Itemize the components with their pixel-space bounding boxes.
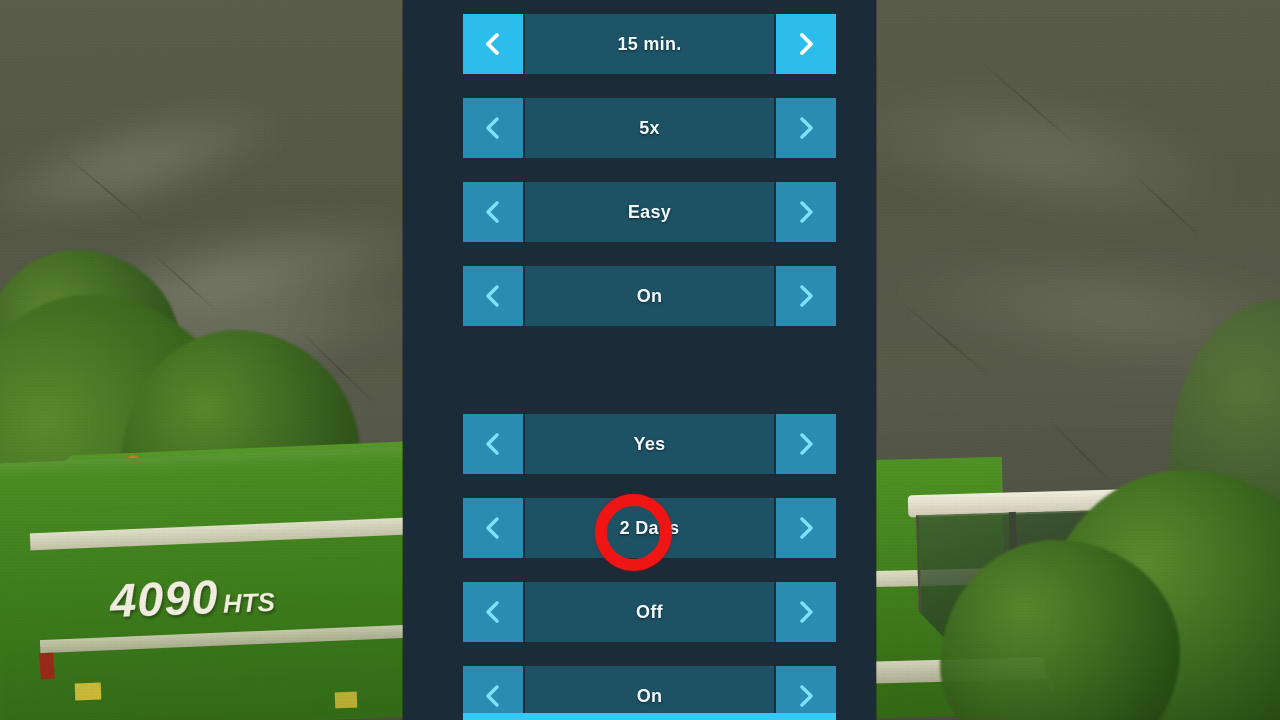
- bottom-accent-bar: [463, 713, 836, 720]
- next-button-autosave-interval[interactable]: [776, 14, 836, 74]
- harvester-model-text: 4090 HTS: [109, 567, 276, 628]
- chevron-right-icon: [796, 115, 816, 141]
- next-button-dirt-and-wear[interactable]: [776, 266, 836, 326]
- value-field-helper-purchases-fuel[interactable]: Yes: [525, 414, 774, 474]
- next-button-crop-destruction[interactable]: [776, 666, 836, 720]
- value-label-helper-purchases-fuel: Yes: [633, 433, 666, 454]
- chevron-left-icon: [483, 599, 503, 625]
- value-field-autosave-interval[interactable]: 15 min.: [525, 14, 774, 74]
- screenshot-root: R R 4090HTS 15 min.5xEasyOnYes2 DaysOffO…: [0, 0, 1280, 720]
- chevron-right-icon: [796, 283, 816, 309]
- value-label-growth-rate: 2 Days: [619, 517, 680, 538]
- chevron-left-icon: [483, 115, 503, 141]
- chevron-right-icon: [796, 431, 816, 457]
- chevron-right-icon: [796, 31, 816, 57]
- settings-panel: 15 min. 5x Easy On Yes 2 Days Off On: [403, 0, 876, 720]
- chevron-left-icon: [483, 515, 503, 541]
- option-row-time-scale: 5x: [463, 98, 836, 158]
- next-button-growth-rate[interactable]: [776, 498, 836, 558]
- chevron-right-icon: [796, 599, 816, 625]
- value-field-crop-destruction[interactable]: On: [525, 666, 774, 720]
- chevron-left-icon: [483, 283, 503, 309]
- harvester-marker: [334, 691, 358, 709]
- next-button-periodic-plowing[interactable]: [776, 582, 836, 642]
- prev-button-time-scale[interactable]: [463, 98, 523, 158]
- option-row-growth-rate: 2 Days: [463, 498, 836, 558]
- next-button-helper-purchases-fuel[interactable]: [776, 414, 836, 474]
- chevron-right-icon: [796, 199, 816, 225]
- harvester-model-number: 4090: [109, 570, 220, 628]
- chevron-left-icon: [483, 431, 503, 457]
- value-label-autosave-interval: 15 min.: [617, 33, 682, 54]
- prev-button-growth-rate[interactable]: [463, 498, 523, 558]
- chevron-right-icon: [796, 683, 816, 709]
- value-field-time-scale[interactable]: 5x: [525, 98, 774, 158]
- value-field-difficulty[interactable]: Easy: [525, 182, 774, 242]
- option-row-autosave-interval: 15 min.: [463, 14, 836, 74]
- option-row-difficulty: Easy: [463, 182, 836, 242]
- harvester-red-part: [39, 652, 55, 680]
- prev-button-periodic-plowing[interactable]: [463, 582, 523, 642]
- value-field-growth-rate[interactable]: 2 Days: [525, 498, 774, 558]
- chevron-left-icon: [483, 31, 503, 57]
- option-row-crop-destruction: On: [463, 666, 836, 720]
- harvester-model-suffix: HTS: [222, 586, 276, 619]
- chevron-left-icon: [483, 683, 503, 709]
- option-row-periodic-plowing: Off: [463, 582, 836, 642]
- option-row-helper-purchases-fuel: Yes: [463, 414, 836, 474]
- option-row-dirt-and-wear: On: [463, 266, 836, 326]
- prev-button-autosave-interval[interactable]: [463, 14, 523, 74]
- value-label-time-scale: 5x: [639, 117, 660, 138]
- value-field-dirt-and-wear[interactable]: On: [525, 266, 774, 326]
- prev-button-crop-destruction[interactable]: [463, 666, 523, 720]
- value-label-dirt-and-wear: On: [636, 285, 663, 306]
- value-label-crop-destruction: On: [636, 685, 663, 706]
- chevron-left-icon: [483, 199, 503, 225]
- prev-button-dirt-and-wear[interactable]: [463, 266, 523, 326]
- value-label-periodic-plowing: Off: [636, 601, 663, 622]
- prev-button-helper-purchases-fuel[interactable]: [463, 414, 523, 474]
- next-button-time-scale[interactable]: [776, 98, 836, 158]
- next-button-difficulty[interactable]: [776, 182, 836, 242]
- prev-button-difficulty[interactable]: [463, 182, 523, 242]
- value-field-periodic-plowing[interactable]: Off: [525, 582, 774, 642]
- value-label-difficulty: Easy: [627, 201, 672, 222]
- harvester-marker: [74, 682, 102, 701]
- chevron-right-icon: [796, 515, 816, 541]
